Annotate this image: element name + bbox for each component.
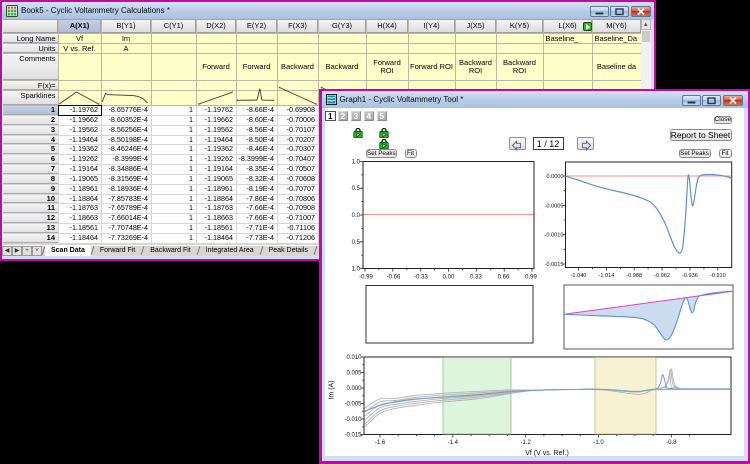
svg-text:-1.2: -1.2 (521, 440, 532, 446)
svg-text:0.0000: 0.0000 (546, 174, 563, 180)
svg-text:-0.0015: -0.0015 (545, 262, 564, 268)
svg-text:-1.040: -1.040 (571, 273, 587, 279)
svg-text:-0.99: -0.99 (359, 275, 373, 281)
svg-text:-0.010: -0.010 (344, 417, 362, 423)
svg-text:-1.4: -1.4 (448, 440, 459, 446)
svg-text:0.00: 0.00 (443, 275, 455, 281)
svg-text:Im (A): Im (A) (329, 380, 336, 399)
svg-text:1.0: 1.0 (352, 267, 361, 273)
svg-text:Vf (V vs. Ref.): Vf (V vs. Ref.) (525, 450, 569, 457)
svg-text:-0.910: -0.910 (710, 273, 726, 279)
svg-text:-0.936: -0.936 (682, 273, 698, 279)
svg-text:-1.0: -1.0 (593, 440, 604, 446)
svg-text:-1.014: -1.014 (598, 273, 614, 279)
svg-text:0.33: 0.33 (470, 275, 482, 281)
svg-text:-0.8: -0.8 (666, 440, 677, 446)
svg-text:-0.015: -0.015 (344, 433, 362, 439)
svg-text:0.005: 0.005 (346, 371, 362, 377)
svg-text:1.0: 1.0 (352, 160, 361, 166)
svg-text:0.0: 0.0 (352, 213, 361, 219)
svg-text:-0.66: -0.66 (387, 275, 401, 281)
svg-text:-0.962: -0.962 (654, 273, 670, 279)
svg-text:0.000: 0.000 (346, 386, 362, 392)
svg-text:-0.0010: -0.0010 (545, 233, 564, 239)
svg-text:-0.33: -0.33 (414, 275, 428, 281)
svg-text:-0.005: -0.005 (344, 402, 362, 408)
svg-text:0.5: 0.5 (352, 186, 361, 192)
svg-text:0.66: 0.66 (498, 275, 510, 281)
svg-text:-1.6: -1.6 (375, 440, 386, 446)
svg-text:0.010: 0.010 (346, 355, 362, 361)
svg-text:-0.0005: -0.0005 (545, 203, 564, 209)
svg-text:-0.988: -0.988 (626, 273, 642, 279)
svg-text:0.5: 0.5 (352, 240, 361, 246)
svg-text:0.99: 0.99 (525, 275, 537, 281)
